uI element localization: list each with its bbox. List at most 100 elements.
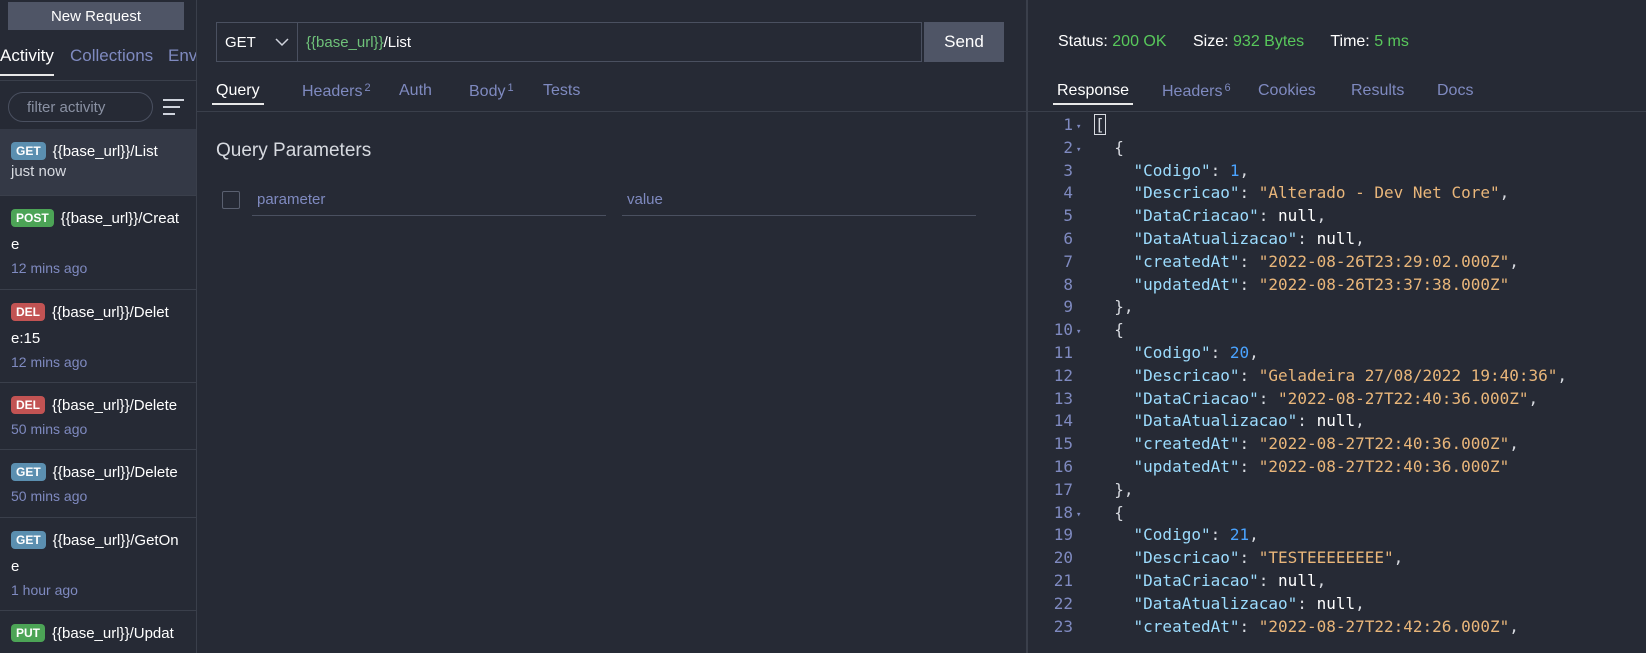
method-badge: POST xyxy=(11,209,54,227)
activity-time: 50 mins ago xyxy=(11,421,88,437)
activity-item[interactable]: DEL {{base_url}}/Delete:15 12 mins ago xyxy=(0,290,196,383)
tab-response-headers[interactable]: Headers 6 xyxy=(1162,82,1231,101)
activity-item[interactable]: POST {{base_url}}/Create 12 mins ago xyxy=(0,196,196,290)
tab-env[interactable]: Env xyxy=(168,46,196,66)
tab-headers[interactable]: Headers 2 xyxy=(302,82,371,101)
request-panel: GET {{base_url}}/List Send Query Headers… xyxy=(196,0,1028,653)
code-line: 15 "createdAt": "2022-08-27T22:40:36.000… xyxy=(1028,433,1646,456)
activity-item[interactable]: GET {{base_url}}/Delete 50 mins ago xyxy=(0,450,196,518)
parameter-input[interactable] xyxy=(252,183,606,216)
sidebar-tabs: Activity Collections Env xyxy=(0,46,196,80)
activity-url: {{base_url}}/Delete xyxy=(52,464,178,481)
code-line: 7 "createdAt": "2022-08-26T23:29:02.000Z… xyxy=(1028,251,1646,274)
line-number: 5 xyxy=(1063,206,1073,226)
line-number: 6 xyxy=(1063,228,1073,248)
code-line: 17 }, xyxy=(1028,479,1646,502)
activity-list: GET {{base_url}}/List just now POST {{base… xyxy=(0,129,196,653)
code-line: 18 ▾ { xyxy=(1028,502,1646,525)
activity-time: 12 mins ago xyxy=(11,260,88,276)
url-input[interactable]: {{base_url}}/List xyxy=(298,22,922,62)
line-number: 12 xyxy=(1053,365,1073,385)
code-line: 1 ▾[ xyxy=(1028,114,1646,137)
tab-activity[interactable]: Activity xyxy=(0,46,54,76)
method-badge: DEL xyxy=(11,303,45,321)
response-body[interactable]: 1 ▾[2 ▾ {3 "Codigo": 1, 4 "Descricao": "Alt… xyxy=(1028,114,1646,638)
tab-results[interactable]: Results xyxy=(1351,82,1404,100)
line-number: 1 xyxy=(1063,115,1073,134)
fold-icon: ▾ xyxy=(1076,144,1082,155)
size-value: 932 Bytes xyxy=(1233,33,1305,50)
method-badge: GET xyxy=(11,531,46,549)
code-line: 16 "updatedAt": "2022-08-27T22:40:36.000… xyxy=(1028,456,1646,479)
activity-item[interactable]: PUT {{base_url}}/Updat xyxy=(0,611,196,653)
activity-time: just now xyxy=(11,163,67,180)
line-number: 17 xyxy=(1053,479,1073,499)
line-number: 2 xyxy=(1063,137,1073,157)
code-line: 13 "DataCriacao": "2022-08-27T22:40:36.0… xyxy=(1028,388,1646,411)
activity-url: {{base_url}}/List xyxy=(52,143,158,160)
tab-body[interactable]: Body 1 xyxy=(469,82,514,101)
method-value: GET xyxy=(225,33,256,51)
fold-icon: ▾ xyxy=(1076,122,1082,132)
method-badge: GET xyxy=(11,463,46,481)
activity-item[interactable]: GET {{base_url}}/GetOne 1 hour ago xyxy=(0,518,196,611)
tab-auth[interactable]: Auth xyxy=(399,82,432,100)
status-line: Status: 200 OK Size: 932 Bytes Time: 5 m… xyxy=(1058,33,1431,51)
menu-icon[interactable] xyxy=(163,99,184,115)
tab-response[interactable]: Response xyxy=(1052,82,1134,105)
fold-icon: ▾ xyxy=(1076,327,1082,338)
method-badge: GET xyxy=(11,142,46,160)
activity-time: 1 hour ago xyxy=(11,582,78,598)
line-number: 16 xyxy=(1053,456,1073,476)
activity-item[interactable]: DEL {{base_url}}/Delete 50 mins ago xyxy=(0,383,196,450)
line-number: 7 xyxy=(1063,251,1073,271)
param-checkbox[interactable] xyxy=(222,191,240,209)
code-line: 23 "createdAt": "2022-08-27T22:42:26.000… xyxy=(1028,616,1646,639)
code-line: 20 "Descricao": "TESTEEEEEEEE", xyxy=(1028,547,1646,570)
response-divider xyxy=(1028,111,1646,112)
method-badge: PUT xyxy=(11,624,45,642)
code-line: 14 "DataAtualizacao": null, xyxy=(1028,410,1646,433)
method-badge: DEL xyxy=(11,396,45,414)
size-label: Size: xyxy=(1192,33,1229,50)
line-number: 22 xyxy=(1053,593,1073,613)
tab-collections[interactable]: Collections xyxy=(70,46,153,66)
line-number: 3 xyxy=(1063,160,1073,180)
send-button[interactable]: Send xyxy=(924,22,1004,62)
request-tabs: Query Headers 2 Auth Body 1 Tests xyxy=(196,82,1026,112)
code-line: 2 ▾ { xyxy=(1028,137,1646,160)
code-line: 19 "Codigo": 21, xyxy=(1028,524,1646,547)
status-label: Status: xyxy=(1058,33,1108,50)
line-number: 15 xyxy=(1053,434,1073,454)
activity-url: {{base_url}}/Delete xyxy=(52,397,178,414)
tab-docs[interactable]: Docs xyxy=(1437,82,1473,100)
code-line: 12 "Descricao": "Geladeira 27/08/2022 19… xyxy=(1028,365,1646,388)
code-line: 11 "Codigo": 20, xyxy=(1028,342,1646,365)
fold-icon: ▾ xyxy=(1076,509,1082,520)
line-number: 11 xyxy=(1053,342,1073,362)
line-number: 13 xyxy=(1053,388,1073,408)
activity-item[interactable]: GET {{base_url}}/List just now xyxy=(0,129,196,196)
tab-query[interactable]: Query xyxy=(212,82,264,105)
line-number: 9 xyxy=(1063,297,1073,317)
time-label: Time: xyxy=(1330,33,1370,50)
code-line: 9 }, xyxy=(1028,296,1646,319)
new-request-button[interactable]: New Request xyxy=(8,2,184,30)
tab-cookies[interactable]: Cookies xyxy=(1258,82,1316,100)
code-line: 22 "DataAtualizacao": null, xyxy=(1028,593,1646,616)
activity-time: 50 mins ago xyxy=(11,488,88,504)
code-line: 4 "Descricao": "Alterado - Dev Net Core"… xyxy=(1028,182,1646,205)
line-number: 20 xyxy=(1053,548,1073,568)
line-number: 4 xyxy=(1063,183,1073,203)
code-line: 6 "DataAtualizacao": null, xyxy=(1028,228,1646,251)
response-panel: Status: 200 OK Size: 932 Bytes Time: 5 m… xyxy=(1028,0,1646,653)
sidebar-divider xyxy=(0,80,196,81)
code-line: 3 "Codigo": 1, xyxy=(1028,160,1646,183)
method-select[interactable]: GET xyxy=(216,22,298,62)
tab-tests[interactable]: Tests xyxy=(543,82,580,100)
code-line: 10 ▾ { xyxy=(1028,319,1646,342)
value-input[interactable] xyxy=(622,183,976,216)
code-line: 5 "DataCriacao": null, xyxy=(1028,205,1646,228)
filter-activity-input[interactable] xyxy=(8,92,153,122)
line-number: 10 xyxy=(1053,320,1073,340)
